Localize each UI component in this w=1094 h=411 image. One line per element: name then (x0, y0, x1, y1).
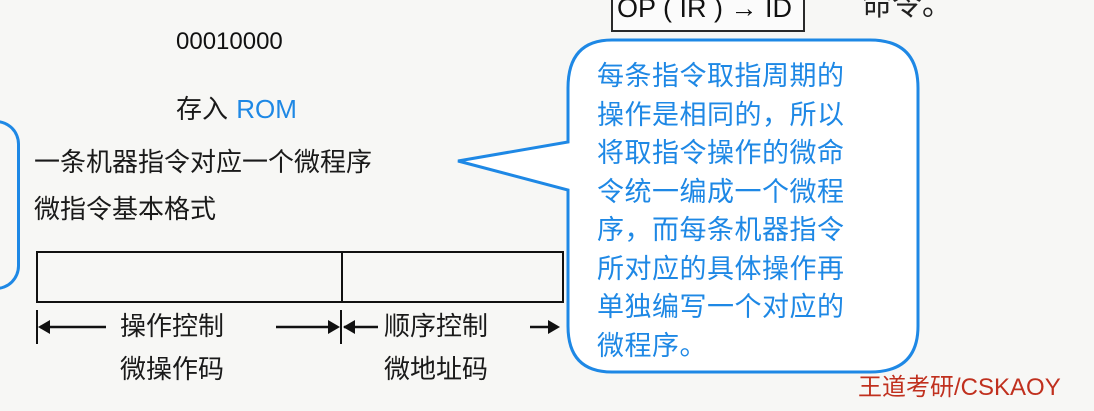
callout-text: 每条指令取指周期的 操作是相同的，所以 将取指令操作的微命 令统一编成一个微程 … (597, 58, 897, 366)
cropped-command-text: 命令。 (862, 0, 952, 23)
callout-line: 每条指令取指周期的 (597, 61, 845, 92)
formula-text: OP ( IR ) → ID (617, 0, 793, 23)
watermark: 王道考研/CSKAOY (858, 374, 1061, 401)
callout-line: 序，而每条机器指令 (597, 215, 845, 246)
callout-line: 所对应的具体操作再 (597, 253, 845, 285)
format-heading: 微指令基本格式 (34, 195, 217, 225)
field1-bottom-label: 微操作码 (120, 355, 225, 385)
field2-right-arrowhead (548, 320, 560, 334)
field1-top-label: 操作控制 (120, 312, 225, 342)
field2-left-arrowhead (343, 320, 355, 334)
callout-line: 操作是相同的，所以 (597, 99, 845, 131)
formula-box: OP ( IR ) → ID (611, 0, 805, 32)
store-line: 存入 ROM (176, 92, 297, 127)
binary-code: 00010000 (176, 28, 283, 55)
field1-right-arrowhead (328, 320, 340, 334)
store-prefix: 存入 (176, 95, 237, 125)
rom-label: ROM (236, 94, 297, 124)
callout-line: 单独编写一个对应的 (597, 292, 845, 323)
callout-line: 微程序。 (597, 330, 707, 362)
microprogram-statement: 一条机器指令对应一个微程序 (34, 148, 373, 178)
field1-left-arrowhead (38, 320, 50, 334)
callout-line: 将取指令操作的微命 (597, 138, 845, 169)
callout-line: 令统一编成一个微程 (597, 176, 845, 208)
field2-top-label: 顺序控制 (384, 312, 489, 342)
microinstruction-format-box (36, 251, 564, 303)
left-callout-edge (0, 120, 20, 290)
format-divider (341, 251, 343, 303)
field2-bottom-label: 微地址码 (384, 355, 489, 385)
